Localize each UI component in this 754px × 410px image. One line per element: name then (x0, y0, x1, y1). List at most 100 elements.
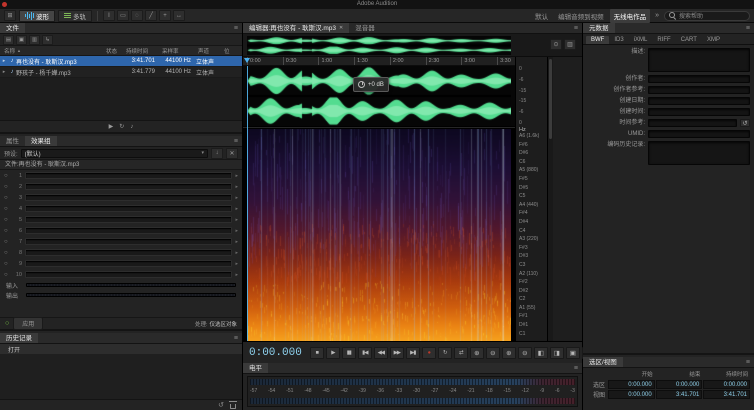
waveform-overview[interactable]: ⊙ ▥ (243, 34, 582, 57)
effect-slot-box[interactable] (25, 249, 233, 256)
preset-dropdown[interactable]: (默认) ▾ (20, 148, 208, 158)
disclosure-icon[interactable]: ▸ (0, 58, 8, 64)
workspace-default[interactable]: 默认 (531, 9, 552, 23)
effect-slot[interactable]: ○ 3 ▸ (0, 192, 242, 203)
time-reference-field[interactable] (648, 119, 737, 127)
pause-button[interactable]: ▮▮ (341, 346, 356, 359)
stop-button[interactable]: ■ (309, 346, 324, 359)
chevron-right-icon[interactable]: ▸ (235, 184, 238, 190)
umid-field[interactable] (648, 130, 750, 138)
spot-healing-brush-tool[interactable]: + (159, 10, 171, 21)
effect-slot[interactable]: ○ 5 ▸ (0, 214, 242, 225)
rack-power-toggle[interactable]: ○ (5, 318, 9, 330)
multitrack-view-button[interactable]: 多轨 (58, 9, 92, 22)
zoom-in-time-button[interactable]: ⊕ (469, 346, 484, 359)
tab-metadata[interactable]: 元数据 (583, 23, 615, 33)
volume-hud[interactable]: +0 dB (353, 77, 389, 92)
import-file-icon[interactable]: ▤ (3, 34, 14, 45)
view-time-value[interactable]: 3:41.701 (703, 389, 750, 399)
apply-button[interactable]: 应用 (13, 317, 44, 330)
process-value-dropdown[interactable]: 仅选区对象 (209, 320, 237, 328)
column-header-sample-rate[interactable]: 采样率 (158, 47, 194, 55)
tab-selection-view[interactable]: 选区/视图 (583, 357, 623, 367)
power-icon[interactable]: ○ (4, 228, 11, 234)
origination-date-field[interactable] (648, 97, 750, 105)
rewind-button[interactable]: ◀◀ (373, 346, 388, 359)
record-button[interactable]: ● (421, 346, 436, 359)
delete-preset-icon[interactable]: ✕ (226, 147, 238, 159)
chevron-right-icon[interactable]: ▸ (235, 217, 238, 223)
zoom-selection-left-button[interactable]: ◧ (533, 346, 548, 359)
effect-slot-box[interactable] (25, 227, 233, 234)
selection-time-value[interactable]: 0:00.000 (608, 379, 655, 389)
undo-icon[interactable]: ↺ (218, 401, 224, 409)
open-file-icon[interactable]: ▣ (16, 34, 27, 45)
marquee-selection-tool[interactable]: ▭ (117, 10, 129, 21)
time-selection-tool[interactable]: I (103, 10, 115, 21)
power-icon[interactable]: ○ (4, 239, 11, 245)
panel-menu-icon[interactable]: ≡ (742, 357, 754, 367)
coding-history-field[interactable] (648, 141, 750, 165)
paintbrush-selection-tool[interactable]: ╱ (145, 10, 157, 21)
selection-time-value[interactable]: 0:00.000 (655, 379, 703, 389)
zoom-in-amplitude-button[interactable]: ⊕ (501, 346, 516, 359)
overview-waveform-canvas[interactable] (247, 36, 511, 55)
effect-slot-box[interactable] (25, 216, 233, 223)
trash-icon[interactable] (229, 400, 237, 409)
waveform-view-button[interactable]: 波形 (19, 9, 55, 22)
column-header-bit-depth[interactable]: 位 (220, 47, 242, 55)
slip-tool[interactable]: ↔ (173, 10, 185, 21)
power-icon[interactable]: ○ (4, 250, 11, 256)
insert-into-multitrack-icon[interactable]: ↳ (42, 34, 53, 45)
reset-icon[interactable]: ↺ (740, 119, 750, 127)
effect-slot-box[interactable] (25, 205, 233, 212)
file-loop-button[interactable]: ↻ (119, 123, 124, 130)
tab-levels[interactable]: 电平 (243, 363, 268, 373)
power-icon[interactable]: ○ (4, 173, 11, 179)
file-autoplay-button[interactable]: ♪ (130, 124, 133, 130)
effect-slot-box[interactable] (25, 238, 233, 245)
volume-knob-icon[interactable] (358, 81, 365, 88)
chevron-right-icon[interactable]: ▸ (235, 239, 238, 245)
chevron-right-icon[interactable]: ▸ (235, 173, 238, 179)
effect-slot[interactable]: ○ 6 ▸ (0, 225, 242, 236)
chevron-right-icon[interactable]: ▸ (235, 228, 238, 234)
tab-mixer[interactable]: 混音器 (349, 23, 381, 33)
description-field[interactable] (648, 48, 750, 72)
power-icon[interactable]: ○ (4, 195, 11, 201)
zoom-out-amplitude-button[interactable]: ⊖ (517, 346, 532, 359)
close-icon[interactable]: ✕ (339, 23, 343, 33)
help-search-input[interactable]: 搜索帮助 (664, 10, 750, 21)
power-icon[interactable]: ○ (4, 206, 11, 212)
panel-menu-icon[interactable]: ≡ (742, 23, 754, 33)
effect-slot-box[interactable] (25, 172, 233, 179)
vertical-scale-ruler[interactable]: 0 -6 -15 -15 -6 0 Hz A6 (1.6k) F#6 D#6 C6 A5 (880… (515, 57, 547, 341)
panel-menu-icon[interactable]: ≡ (230, 333, 242, 343)
apps-grid-icon[interactable]: ⊞ (4, 10, 16, 21)
effect-slot[interactable]: ○ 9 ▸ (0, 258, 242, 269)
playhead-handle-icon[interactable] (244, 58, 250, 63)
disclosure-icon[interactable]: ▸ (0, 69, 8, 75)
loop-playback-button[interactable]: ↻ (437, 346, 452, 359)
skip-selection-button[interactable]: ⇄ (453, 346, 468, 359)
power-icon[interactable]: ○ (4, 184, 11, 190)
view-time-value[interactable]: 3:41.701 (655, 389, 703, 399)
originator-reference-field[interactable] (648, 86, 750, 94)
time-display[interactable]: 0:00.000 (249, 347, 302, 359)
waveform-canvas[interactable] (247, 66, 511, 126)
view-time-value[interactable]: 0:00.000 (608, 389, 655, 399)
effect-slot[interactable]: ○ 8 ▸ (0, 247, 242, 258)
effect-slot-box[interactable] (25, 183, 233, 190)
panel-menu-icon[interactable]: ≡ (230, 23, 242, 33)
metadata-tab-xmp[interactable]: XMP (702, 36, 725, 44)
chevron-right-icon[interactable]: ▸ (235, 250, 238, 256)
tab-effects-rack[interactable]: 效果组 (25, 136, 57, 146)
file-row[interactable]: ▸ ♪ 野孩子 - 杨千嬅.mp3 3:41.779 44100 Hz 立体声 (0, 67, 242, 78)
metadata-tab-ixml[interactable]: iXML (629, 36, 653, 44)
effect-slot-box[interactable] (25, 194, 233, 201)
media-browser-icon[interactable]: ▥ (29, 34, 40, 45)
panel-menu-icon[interactable]: ≡ (570, 363, 582, 373)
workspace-overflow-button[interactable]: » (653, 12, 661, 19)
workspace-radio-production[interactable]: 无线电作品 (609, 8, 651, 23)
chevron-right-icon[interactable]: ▸ (235, 195, 238, 201)
